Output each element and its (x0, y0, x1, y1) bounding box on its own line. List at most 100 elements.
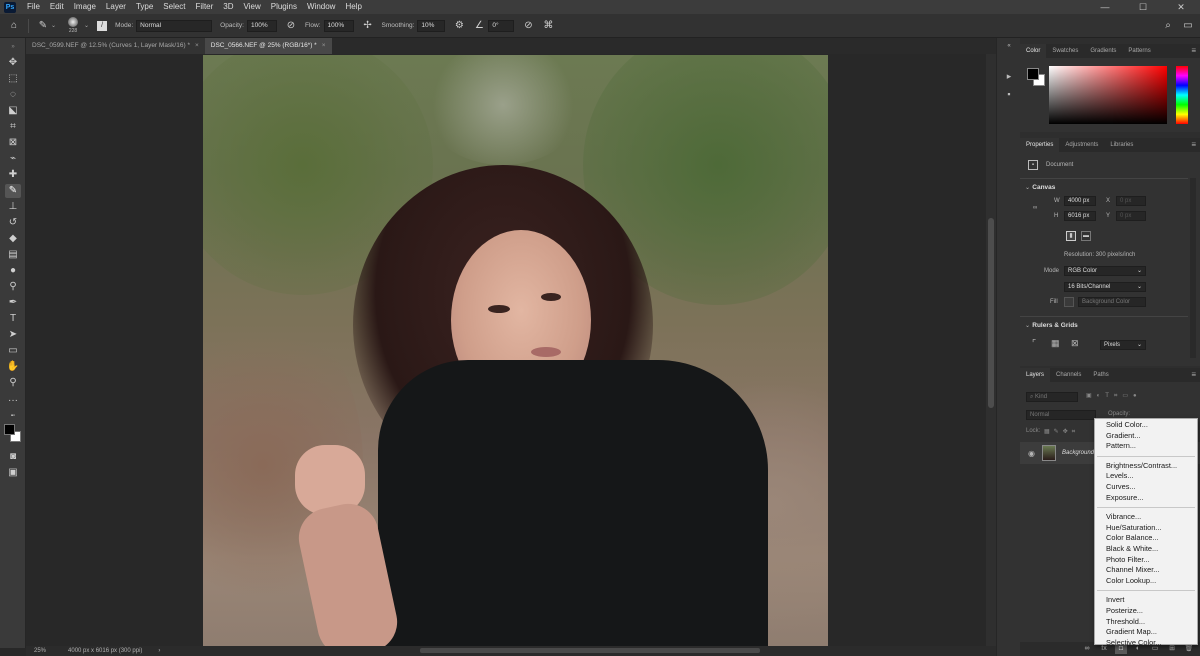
color-field[interactable] (1049, 66, 1167, 124)
default-colors-icon[interactable]: ▪▫ (5, 412, 21, 420)
tab-color[interactable]: Color (1020, 44, 1047, 58)
close-icon[interactable]: × (322, 42, 326, 49)
more-tools-icon[interactable]: ··· (5, 394, 21, 408)
lock-icons[interactable]: ▦✎✥⌗ (1044, 428, 1079, 436)
menu-plugins[interactable]: Plugins (266, 0, 302, 14)
search-icon[interactable]: ⌕ (1162, 20, 1174, 32)
brush-preset-picker[interactable]: 228 (64, 16, 82, 36)
panel-menu-icon[interactable]: ≡ (1191, 370, 1196, 379)
document-image[interactable] (203, 55, 828, 646)
layer-name[interactable]: Background (1062, 450, 1094, 456)
gradient-tool-icon[interactable]: ▤ (5, 248, 21, 262)
menu-type[interactable]: Type (131, 0, 158, 14)
marquee-tool-icon[interactable]: ⬚ (5, 72, 21, 86)
object-select-tool-icon[interactable]: ⬕ (5, 104, 21, 118)
menu-filter[interactable]: Filter (191, 0, 219, 14)
hand-tool-icon[interactable]: ✋ (5, 360, 21, 374)
menu-item-brightness-contrast[interactable]: Brightness/Contrast... (1095, 461, 1197, 472)
portrait-icon[interactable]: ▮ (1066, 231, 1076, 241)
visibility-eye-icon[interactable]: ◉ (1028, 449, 1035, 458)
menu-item-curves[interactable]: Curves... (1095, 482, 1197, 493)
eyedropper-tool-icon[interactable]: ⌁ (5, 152, 21, 166)
menu-item-threshold[interactable]: Threshold... (1095, 617, 1197, 628)
fill-select[interactable]: Background Color (1078, 297, 1146, 307)
menu-select[interactable]: Select (158, 0, 190, 14)
mode-select[interactable]: RGB Color ⌄ (1064, 266, 1146, 276)
tab-document-2[interactable]: DSC_0566.NEF @ 25% (RGB/16*) * × (204, 38, 332, 54)
minimize-button[interactable]: — (1086, 0, 1124, 14)
smoothing-field[interactable]: 10% (417, 19, 446, 32)
menu-help[interactable]: Help (340, 0, 366, 14)
angle-icon[interactable]: ∠ (473, 20, 485, 32)
maximize-button[interactable]: ☐ (1124, 0, 1162, 14)
grid-icon[interactable]: ▦ (1051, 338, 1060, 349)
rulers-section-header[interactable]: ⌄ Rulers & Grids (1025, 320, 1078, 329)
tab-libraries[interactable]: Libraries (1104, 138, 1139, 152)
brush-tool-icon[interactable]: ✎ (37, 20, 49, 32)
healing-brush-tool-icon[interactable]: ✚ (5, 168, 21, 182)
menu-item-solid-color[interactable]: Solid Color... (1095, 420, 1197, 431)
tab-properties[interactable]: Properties (1020, 138, 1060, 152)
tab-layers[interactable]: Layers (1020, 368, 1051, 382)
menu-item-color-balance[interactable]: Color Balance... (1095, 533, 1197, 544)
link-layers-icon[interactable]: ∞ (1081, 644, 1093, 654)
crop-tool-icon[interactable]: ⌗ (5, 120, 21, 134)
menu-item-channel-mixer[interactable]: Channel Mixer... (1095, 565, 1197, 576)
tab-swatches[interactable]: Swatches (1046, 44, 1084, 58)
foreground-color-swatch[interactable] (4, 424, 15, 435)
chevron-down-icon[interactable]: ⌄ (51, 22, 56, 29)
panel-menu-icon[interactable]: ≡ (1191, 140, 1196, 149)
blend-mode-select[interactable]: Normal (1026, 410, 1096, 420)
eraser-tool-icon[interactable]: ◆ (5, 232, 21, 246)
quick-mask-icon[interactable]: ◙ (5, 450, 21, 464)
type-tool-icon[interactable]: T (5, 312, 21, 326)
collapse-panels-icon[interactable]: « (1003, 40, 1015, 52)
landscape-icon[interactable]: ▬ (1081, 231, 1091, 241)
frame-tool-icon[interactable]: ⊠ (5, 136, 21, 150)
properties-scrollbar[interactable] (1190, 178, 1196, 358)
tab-patterns[interactable]: Patterns (1122, 44, 1156, 58)
pressure-size-icon[interactable]: ⊘ (522, 20, 534, 32)
menu-item-gradient[interactable]: Gradient... (1095, 431, 1197, 442)
gear-icon[interactable]: ⚙ (453, 20, 465, 32)
opacity-field[interactable]: 100% (246, 19, 277, 32)
close-button[interactable]: ✕ (1162, 0, 1200, 14)
airbrush-icon[interactable]: ✢ (362, 20, 374, 32)
menu-item-pattern[interactable]: Pattern... (1095, 441, 1197, 452)
zoom-tool-icon[interactable]: ⚲ (5, 376, 21, 390)
menu-item-color-lookup[interactable]: Color Lookup... (1095, 576, 1197, 587)
brush-settings-icon[interactable]: / (97, 20, 108, 31)
tab-paths[interactable]: Paths (1087, 368, 1114, 382)
chevron-down-icon[interactable]: ⌄ (84, 22, 89, 29)
canvas-section-header[interactable]: ⌄ Canvas (1025, 182, 1055, 191)
menu-edit[interactable]: Edit (45, 0, 69, 14)
link-icon[interactable]: ∞ (1033, 205, 1037, 211)
fill-swatch[interactable] (1064, 297, 1074, 307)
ruler-icon[interactable]: ⌜ (1032, 338, 1036, 349)
menu-item-photo-filter[interactable]: Photo Filter... (1095, 555, 1197, 566)
menu-3d[interactable]: 3D (218, 0, 238, 14)
menu-file[interactable]: File (22, 0, 45, 14)
pen-tool-icon[interactable]: ✒ (5, 296, 21, 310)
symmetry-icon[interactable]: ⌘ (542, 20, 554, 32)
menu-window[interactable]: Window (302, 0, 340, 14)
pressure-opacity-icon[interactable]: ⊘ (285, 20, 297, 32)
rectangle-tool-icon[interactable]: ▭ (5, 344, 21, 358)
blur-tool-icon[interactable]: ● (5, 264, 21, 278)
menu-view[interactable]: View (239, 0, 266, 14)
menu-item-selective-color[interactable]: Selective Color... (1095, 638, 1197, 649)
history-icon[interactable]: ▸ (1003, 70, 1015, 82)
height-field[interactable]: 6016 px (1064, 211, 1096, 221)
angle-field[interactable]: 0° (488, 19, 515, 32)
tab-channels[interactable]: Channels (1050, 368, 1087, 382)
mode-select[interactable]: Normal (136, 19, 213, 32)
close-icon[interactable]: × (195, 42, 199, 49)
panel-menu-icon[interactable]: ≡ (1191, 46, 1196, 55)
horizontal-scrollbar-thumb[interactable] (420, 648, 760, 653)
layer-filter-select[interactable]: ⌕ Kind (1026, 392, 1078, 402)
foreground-color-swatch[interactable] (1027, 68, 1039, 80)
menu-item-vibrance[interactable]: Vibrance... (1095, 512, 1197, 523)
menu-item-gradient-map[interactable]: Gradient Map... (1095, 627, 1197, 638)
menu-item-posterize[interactable]: Posterize... (1095, 606, 1197, 617)
workspace-icon[interactable]: ▭ (1182, 20, 1194, 32)
